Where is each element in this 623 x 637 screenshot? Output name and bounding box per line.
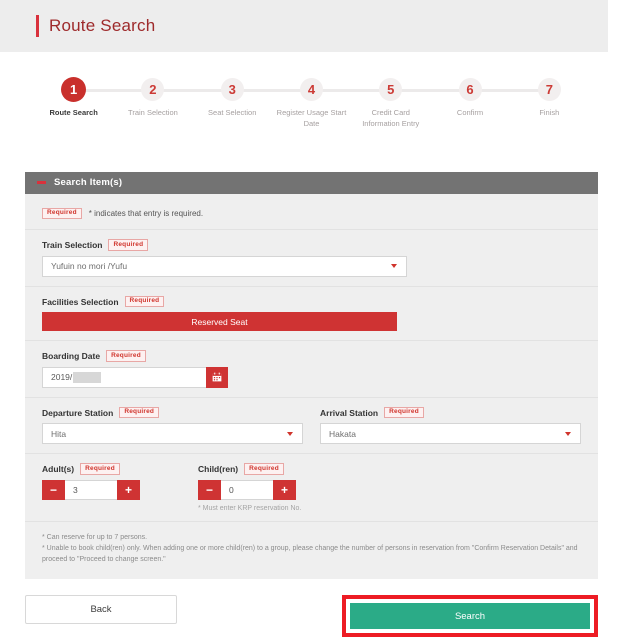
stepper-step-2: 2 Train Selection [113,78,193,130]
passenger-counters: Adult(s) Required − 3 + Child(ren) Requi… [42,463,581,512]
stepper-label-1: Route Search [49,108,98,117]
stepper-circle-1: 1 [62,78,86,101]
train-selection-label-row: Train Selection Required [42,239,581,251]
page-title: Route Search [49,16,156,35]
stepper-label-5: Credit Card Information Entry [362,108,420,128]
adults-stepper: − 3 + [42,479,140,500]
arrival-station-label: Arrival Station [320,407,379,418]
search-button-highlight: Search [342,595,598,637]
train-selection-label: Train Selection [42,240,103,250]
adults-increment-button[interactable]: + [117,479,140,500]
required-badge: Required [108,239,149,251]
required-badge: Required [106,350,146,362]
search-button[interactable]: Search [350,603,590,630]
stepper-circle-5: 5 [379,78,403,101]
stepper-label-2: Train Selection [128,108,178,117]
footnote-line-2: * Unable to book child(ren) only. When a… [42,544,578,564]
required-badge: Required [124,295,165,308]
chevron-down-icon [287,431,293,436]
adults-decrement-button[interactable]: − [42,479,65,500]
boarding-date-control: 2019/ [42,366,581,388]
stepper-circle-2: 2 [141,78,165,101]
stepper-step-5: 5 Credit Card Information Entry [351,78,431,130]
calendar-icon [212,372,222,382]
required-legend: Required * indicates that entry is requi… [25,207,598,230]
krp-reservation-note: * Must enter KRP reservation No. [198,504,302,512]
children-value[interactable]: 0 [221,479,273,500]
required-badge: Required [244,463,284,475]
chevron-down-icon [391,264,397,269]
stations-row: Departure Station Required Hita Arrival … [42,406,581,445]
stepper-label-4: Register Usage Start Date [276,108,347,128]
adults-value[interactable]: 3 [65,479,117,500]
form-footnotes: * Can reserve for up to 7 persons. * Una… [25,520,598,580]
field-adults: Adult(s) Required − 3 + [42,463,140,512]
field-departure-station: Departure Station Required Hita [42,406,303,445]
departure-station-label: Departure Station [42,407,114,418]
calendar-picker-button[interactable] [206,366,228,388]
adults-label-row: Adult(s) Required [42,463,140,475]
field-train-selection: Train Selection Required Yufuin no mori … [25,229,598,286]
required-legend-text: * indicates that entry is required. [88,209,204,218]
date-text-selection [73,371,102,383]
section-title: Search Item(s) [54,177,123,189]
stepper-step-1: 1 Route Search [34,78,114,130]
stepper-circle-7: 7 [537,78,561,101]
stepper-step-3: 3 Seat Selection [192,78,272,130]
boarding-date-input[interactable]: 2019/ [42,366,206,388]
stepper-step-6: 6 Confirm [430,78,510,130]
boarding-date-value: 2019/ [51,372,73,383]
stepper-label-6: Confirm [456,108,484,117]
stepper-circle-6: 6 [458,78,482,101]
section-accent-dash [37,181,46,185]
departure-station-dropdown[interactable]: Hita [42,423,303,445]
field-arrival-station: Arrival Station Required Hakata [320,406,581,445]
stepper-circle-4: 4 [299,78,323,101]
arrival-station-label-row: Arrival Station Required [320,406,581,419]
children-decrement-button[interactable]: − [198,479,221,500]
title-accent-bar [36,15,39,37]
field-boarding-date: Boarding Date Required 2019/ [25,340,598,397]
back-button[interactable]: Back [25,595,177,625]
field-children: Child(ren) Required − 0 + * Must enter K… [198,463,301,512]
train-selection-value: Yufuin no mori /Yufu [51,261,128,272]
children-label-row: Child(ren) Required [198,463,301,475]
progress-stepper: 1 Route Search 2 Train Selection 3 Seat … [0,78,623,130]
field-passengers: Adult(s) Required − 3 + Child(ren) Requi… [25,453,598,521]
required-badge: Required [42,207,82,220]
reserved-seat-button[interactable]: Reserved Seat [42,312,397,332]
facilities-selection-label: Facilities Selection [42,296,119,307]
train-selection-dropdown[interactable]: Yufuin no mori /Yufu [42,255,407,277]
required-badge: Required [80,463,120,475]
chevron-down-icon [565,431,571,436]
children-label: Child(ren) [198,464,239,474]
required-badge: Required [384,406,424,419]
stepper-label-3: Seat Selection [208,108,257,117]
page-header: Route Search [0,0,608,52]
boarding-date-label-row: Boarding Date Required [42,350,581,362]
search-form-panel: Required * indicates that entry is requi… [25,193,598,580]
required-badge: Required [119,406,160,419]
adults-label: Adult(s) [42,464,75,474]
stepper-step-4: 4 Register Usage Start Date [271,78,352,130]
field-stations: Departure Station Required Hita Arrival … [25,396,598,454]
departure-station-value: Hita [51,428,67,439]
boarding-date-label: Boarding Date [42,351,101,361]
form-footer: Back Search [25,595,598,637]
field-facilities-selection: Facilities Selection Required Reserved S… [25,285,598,341]
footnote-line-1: * Can reserve for up to 7 persons. [42,533,148,541]
arrival-station-value: Hakata [329,428,356,439]
search-items-section-header: Search Item(s) [25,171,598,194]
stepper-circle-3: 3 [220,78,244,101]
children-increment-button[interactable]: + [273,479,296,500]
arrival-station-dropdown[interactable]: Hakata [320,423,581,445]
stepper-step-7: 7 Finish [509,78,589,130]
children-stepper: − 0 + [198,479,296,500]
page-title-wrap: Route Search [36,15,155,37]
stepper-label-7: Finish [539,108,560,117]
facilities-selection-label-row: Facilities Selection Required [42,295,581,308]
departure-station-label-row: Departure Station Required [42,406,303,419]
